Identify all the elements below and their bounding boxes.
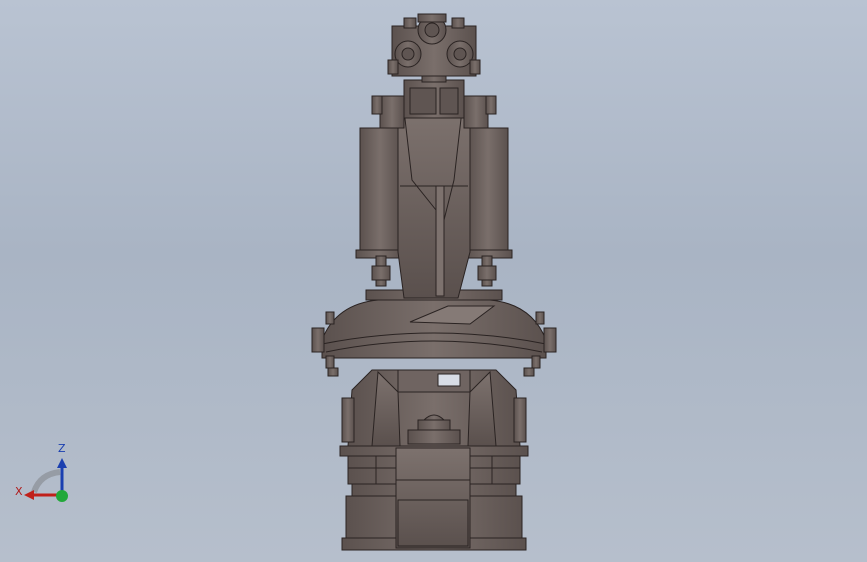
z-axis-label: Z — [58, 442, 66, 455]
left-balancer-cylinder — [355, 127, 403, 287]
view-orientation-triad[interactable]: Z X — [12, 440, 82, 510]
wrist-motor-cluster — [387, 13, 481, 77]
robot-arm-model[interactable] — [0, 0, 867, 562]
rotating-disc — [311, 289, 557, 377]
base-center-block — [395, 447, 471, 549]
graphics-viewport[interactable]: Z X — [0, 0, 867, 562]
triad-axes — [24, 458, 68, 502]
z-axis-arrow — [57, 458, 67, 468]
right-balancer-cylinder — [465, 127, 513, 287]
x-axis-arrow — [24, 490, 34, 500]
turret-lower — [341, 369, 527, 447]
y-axis-dot — [56, 490, 68, 502]
x-axis-label: X — [15, 485, 23, 498]
